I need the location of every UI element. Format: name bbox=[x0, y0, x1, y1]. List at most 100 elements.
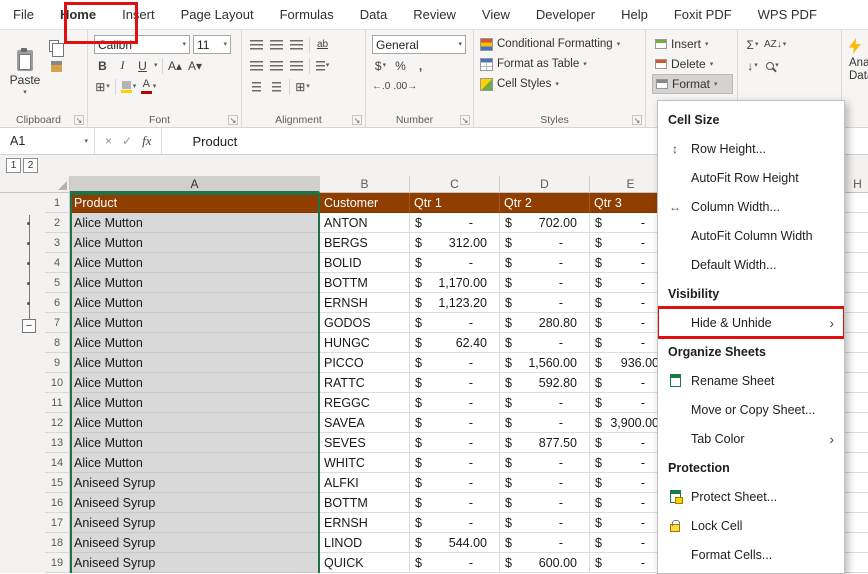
increase-indent-button[interactable] bbox=[268, 77, 285, 96]
cell-C8[interactable]: $62.40 bbox=[410, 333, 500, 353]
tab-wps-pdf[interactable]: WPS PDF bbox=[745, 0, 830, 29]
menu-item-protect-sheet[interactable]: Protect Sheet... bbox=[658, 482, 844, 511]
row-header-9[interactable]: 9 bbox=[45, 353, 70, 373]
format-painter-button[interactable] bbox=[48, 57, 65, 76]
menu-item-rename-sheet[interactable]: Rename Sheet bbox=[658, 366, 844, 395]
row-header-5[interactable]: 5 bbox=[45, 273, 70, 293]
cell-B18[interactable]: LINOD bbox=[320, 533, 410, 553]
column-header-B[interactable]: B bbox=[320, 176, 410, 193]
cell-C10[interactable]: $- bbox=[410, 373, 500, 393]
column-header-C[interactable]: C bbox=[410, 176, 500, 193]
cell-D5[interactable]: $- bbox=[500, 273, 590, 293]
cell-B3[interactable]: BERGS bbox=[320, 233, 410, 253]
cell-C3[interactable]: $312.00 bbox=[410, 233, 500, 253]
cell-C1[interactable]: Qtr 1 bbox=[410, 193, 500, 213]
increase-decimal-button[interactable]: ←.0 bbox=[372, 77, 390, 96]
cancel-icon[interactable]: × bbox=[105, 134, 112, 148]
borders-button[interactable]: ⊞▾ bbox=[94, 77, 111, 96]
cell-A4[interactable]: Alice Mutton bbox=[70, 253, 320, 273]
cell-B16[interactable]: BOTTM bbox=[320, 493, 410, 513]
cell-A19[interactable]: Aniseed Syrup bbox=[70, 553, 320, 573]
align-bottom-button[interactable] bbox=[288, 35, 305, 54]
cell-A9[interactable]: Alice Mutton bbox=[70, 353, 320, 373]
tab-data[interactable]: Data bbox=[347, 0, 400, 29]
collapse-group-button[interactable]: − bbox=[22, 319, 36, 333]
cell-A2[interactable]: Alice Mutton bbox=[70, 213, 320, 233]
cell-A18[interactable]: Aniseed Syrup bbox=[70, 533, 320, 553]
cell-D11[interactable]: $- bbox=[500, 393, 590, 413]
menu-item-move-or-copy-sheet[interactable]: Move or Copy Sheet... bbox=[658, 395, 844, 424]
cell-B11[interactable]: REGGC bbox=[320, 393, 410, 413]
row-header-12[interactable]: 12 bbox=[45, 413, 70, 433]
row-header-3[interactable]: 3 bbox=[45, 233, 70, 253]
find-select-button[interactable]: ▾ bbox=[764, 56, 781, 75]
tab-file[interactable]: File bbox=[0, 0, 47, 29]
enter-icon[interactable]: ✓ bbox=[122, 134, 132, 148]
cell-D8[interactable]: $- bbox=[500, 333, 590, 353]
cell-A6[interactable]: Alice Mutton bbox=[70, 293, 320, 313]
align-center-button[interactable] bbox=[268, 56, 285, 75]
cell-A7[interactable]: Alice Mutton bbox=[70, 313, 320, 333]
cell-D17[interactable]: $- bbox=[500, 513, 590, 533]
name-box[interactable]: A1 ▾ bbox=[0, 128, 95, 154]
cell-A1[interactable]: Product bbox=[70, 193, 320, 213]
number-format-combo[interactable]: General ▾ bbox=[372, 35, 466, 54]
underline-dropdown-icon[interactable]: ▾ bbox=[154, 62, 158, 69]
menu-item-column-width[interactable]: ↔Column Width... bbox=[658, 192, 844, 221]
cell-C5[interactable]: $1,170.00 bbox=[410, 273, 500, 293]
sort-filter-button[interactable]: AZ↓▾ bbox=[764, 35, 786, 54]
menu-item-row-height[interactable]: ↕Row Height... bbox=[658, 134, 844, 163]
cell-D18[interactable]: $- bbox=[500, 533, 590, 553]
cell-B12[interactable]: SAVEA bbox=[320, 413, 410, 433]
cell-B17[interactable]: ERNSH bbox=[320, 513, 410, 533]
cell-styles-button[interactable]: Cell Styles ▾ bbox=[480, 74, 641, 94]
cell-A10[interactable]: Alice Mutton bbox=[70, 373, 320, 393]
tab-review[interactable]: Review bbox=[400, 0, 469, 29]
paste-button[interactable]: Paste ▾ bbox=[6, 34, 44, 111]
italic-button[interactable]: I bbox=[114, 56, 131, 75]
cell-B5[interactable]: BOTTM bbox=[320, 273, 410, 293]
cell-B19[interactable]: QUICK bbox=[320, 553, 410, 573]
font-size-combo[interactable]: 11 ▾ bbox=[193, 35, 231, 54]
cell-D15[interactable]: $- bbox=[500, 473, 590, 493]
row-header-10[interactable]: 10 bbox=[45, 373, 70, 393]
comma-style-button[interactable]: , bbox=[412, 56, 429, 75]
row-header-2[interactable]: 2 bbox=[45, 213, 70, 233]
fill-color-button[interactable]: ▾ bbox=[120, 77, 137, 96]
orientation-button[interactable]: ▾ bbox=[314, 56, 331, 75]
font-color-button[interactable]: A▾ bbox=[140, 77, 157, 96]
cell-D16[interactable]: $- bbox=[500, 493, 590, 513]
format-as-table-button[interactable]: Format as Table ▾ bbox=[480, 54, 641, 74]
cell-D3[interactable]: $- bbox=[500, 233, 590, 253]
analyze-data-button[interactable]: Analyze Data bbox=[842, 30, 868, 127]
cell-A12[interactable]: Alice Mutton bbox=[70, 413, 320, 433]
cell-A16[interactable]: Aniseed Syrup bbox=[70, 493, 320, 513]
cell-D12[interactable]: $- bbox=[500, 413, 590, 433]
align-right-button[interactable] bbox=[288, 56, 305, 75]
tab-help[interactable]: Help bbox=[608, 0, 661, 29]
outline-level-1-button[interactable]: 1 bbox=[6, 158, 21, 173]
font-dialog-launcher[interactable]: ↘ bbox=[228, 115, 238, 125]
cell-B9[interactable]: PICCO bbox=[320, 353, 410, 373]
percent-style-button[interactable]: % bbox=[392, 56, 409, 75]
decrease-decimal-button[interactable]: .00→ bbox=[393, 77, 417, 96]
cell-C19[interactable]: $- bbox=[410, 553, 500, 573]
accounting-format-button[interactable]: $▾ bbox=[372, 56, 389, 75]
cell-C17[interactable]: $- bbox=[410, 513, 500, 533]
cell-C2[interactable]: $- bbox=[410, 213, 500, 233]
insert-button[interactable]: Insert ▾ bbox=[652, 34, 733, 54]
font-name-combo[interactable]: Calibri ▾ bbox=[94, 35, 190, 54]
grow-font-button[interactable]: A▴ bbox=[167, 56, 184, 75]
outline-level-2-button[interactable]: 2 bbox=[23, 158, 38, 173]
underline-button[interactable]: U bbox=[134, 56, 151, 75]
cell-D14[interactable]: $- bbox=[500, 453, 590, 473]
alignment-dialog-launcher[interactable]: ↘ bbox=[352, 115, 362, 125]
cell-B6[interactable]: ERNSH bbox=[320, 293, 410, 313]
format-button[interactable]: Format ▾ bbox=[652, 74, 733, 94]
cell-B7[interactable]: GODOS bbox=[320, 313, 410, 333]
cell-D4[interactable]: $- bbox=[500, 253, 590, 273]
conditional-formatting-button[interactable]: Conditional Formatting ▾ bbox=[480, 34, 641, 54]
cell-B13[interactable]: SEVES bbox=[320, 433, 410, 453]
menu-item-lock-cell[interactable]: Lock Cell bbox=[658, 511, 844, 540]
column-header-A[interactable]: A bbox=[70, 176, 320, 193]
